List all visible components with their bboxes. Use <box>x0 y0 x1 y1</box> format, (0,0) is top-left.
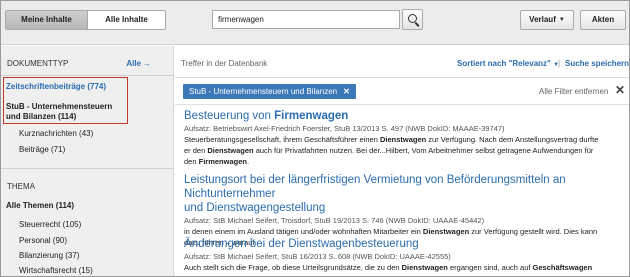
tab-alle-inhalte[interactable]: Alle Inhalte <box>87 11 165 29</box>
filter-sidebar: DOKUMENTTYP Alle → Zeitschriftenbeiträge … <box>1 46 174 276</box>
top-toolbar: Meine Inhalte Alle Inhalte Verlauf▼ Akte… <box>1 1 629 45</box>
active-filter-chip[interactable]: StuB - Unternehmensteuern und Bilanzen ✕ <box>183 84 356 99</box>
result-meta: Aufsatz: StB Michael Seifert, StuB 16/20… <box>184 252 451 261</box>
sort-dropdown[interactable]: Sortiert nach "Relevanz" ▼ <box>457 59 559 68</box>
filter-item-stub-selected[interactable]: StuB - Unternehmensteuern und Bilanzen (… <box>6 102 124 122</box>
app-window: Meine Inhalte Alle Inhalte Verlauf▼ Akte… <box>0 0 630 277</box>
result-snippet: Auch stellt sich die Frage, ob diese Urt… <box>184 263 593 272</box>
filter-item-zeitschriftenbeitraege[interactable]: Zeitschriftenbeiträge (774) <box>6 82 106 91</box>
result-title[interactable]: Besteuerung von Firmenwagen <box>184 109 624 123</box>
verlauf-button[interactable]: Verlauf ▼ <box>520 10 574 30</box>
arrow-right-icon: → <box>143 59 151 68</box>
doctype-heading: DOKUMENTTYP <box>7 59 69 68</box>
divider <box>175 104 629 105</box>
doctype-all-link[interactable]: Alle → <box>126 59 151 68</box>
clear-filters-link[interactable]: Alle Filter entfernen <box>539 87 608 96</box>
clear-filters-icon[interactable]: ✕ <box>615 83 625 97</box>
result-meta: Aufsatz: Betriebswirt Axel-Friedrich Foe… <box>184 124 505 133</box>
filter-item-kurznachrichten[interactable]: Kurznachrichten (43) <box>19 129 93 138</box>
result-item: Änderungen bei der Dienstwagenbesteuerun… <box>184 237 624 273</box>
result-snippet: Steuerberatungsgesellschaft, ihrem Gesch… <box>184 135 599 166</box>
search-button[interactable] <box>402 9 423 30</box>
result-title[interactable]: Leistungsort bei der längerfristigen Ver… <box>184 173 624 215</box>
result-title[interactable]: Änderungen bei der Dienstwagenbesteuerun… <box>184 237 624 251</box>
thema-item-steuerrecht[interactable]: Steuerrecht (105) <box>19 220 81 229</box>
thema-heading: THEMA <box>7 182 35 191</box>
thema-item-bilanzierung[interactable]: Bilanzierung (37) <box>19 251 79 260</box>
search-icon <box>408 14 417 23</box>
thema-item-personal[interactable]: Personal (90) <box>19 236 67 245</box>
content-scope-toggle: Meine Inhalte Alle Inhalte <box>5 10 166 30</box>
search-input[interactable] <box>212 10 400 29</box>
filter-item-beitraege[interactable]: Beiträge (71) <box>19 145 65 154</box>
chevron-down-icon: ▼ <box>558 17 565 23</box>
divider <box>175 77 629 78</box>
result-item: Besteuerung von Firmenwagen Aufsatz: Bet… <box>184 109 624 167</box>
result-meta: Aufsatz: StB Michael Seifert, Troisdorf,… <box>184 216 485 225</box>
separator: | <box>558 59 561 68</box>
thema-item-wirtschaftsrecht[interactable]: Wirtschaftsrecht (15) <box>19 266 93 275</box>
results-heading: Treffer in der Datenbank <box>181 59 268 68</box>
akten-button[interactable]: Akten <box>580 10 626 30</box>
save-search-link[interactable]: Suche speichern <box>565 59 629 68</box>
sort-label: Sortiert nach "Relevanz" <box>457 59 551 68</box>
verlauf-label: Verlauf <box>529 15 556 24</box>
doctype-all-label: Alle <box>126 59 141 68</box>
thema-all[interactable]: Alle Themen (114) <box>6 201 74 210</box>
results-panel: Treffer in der Datenbank Sortiert nach "… <box>175 46 629 276</box>
divider <box>1 75 173 76</box>
tab-meine-inhalte[interactable]: Meine Inhalte <box>6 11 87 29</box>
active-filter-label: StuB - Unternehmensteuern und Bilanzen <box>189 87 338 96</box>
close-icon[interactable]: ✕ <box>343 87 350 96</box>
divider <box>1 168 173 169</box>
